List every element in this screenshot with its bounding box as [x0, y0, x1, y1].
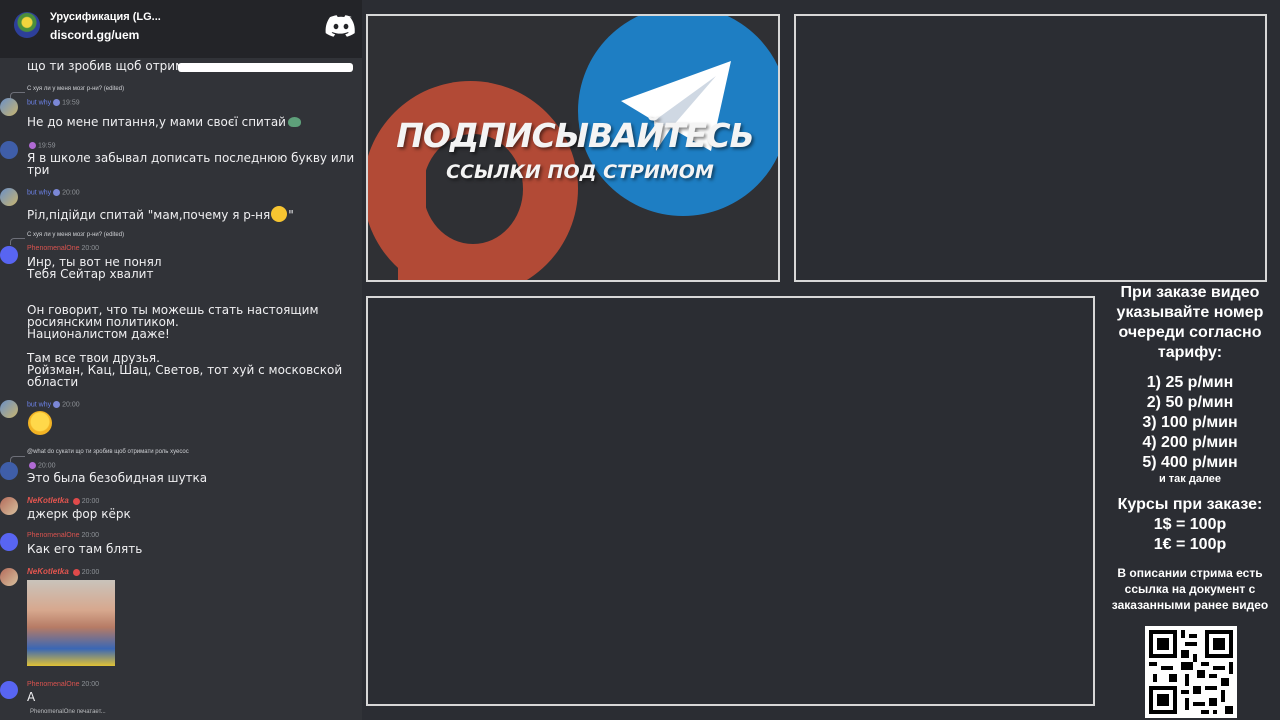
description-note: В описании стрима есть ссылка на докумен…: [1111, 566, 1269, 612]
promo-title: ПОДПИСЫВАЙТЕСЬ: [396, 116, 754, 155]
avatar[interactable]: [0, 188, 18, 206]
rate-item: 1€ = 100р: [1153, 536, 1227, 553]
tariff-item: 4) 200 р/мин: [1142, 434, 1238, 451]
attached-image[interactable]: [27, 580, 115, 666]
webcam-frame: [794, 14, 1267, 282]
timestamp: 19:59: [38, 142, 56, 150]
reply-line: [10, 238, 25, 245]
scream-emoji-icon: [271, 206, 288, 222]
author-name[interactable]: NeKotletka: [27, 567, 69, 576]
server-header[interactable]: Урусификация (LG... discord.gg/uem: [0, 0, 362, 58]
laughing-emoji-icon: [28, 411, 52, 435]
timestamp: 20:00: [81, 569, 100, 576]
message-meta: but why 20:00: [27, 401, 80, 408]
author-name[interactable]: PhenomenalOne: [27, 532, 80, 539]
message-meta: 19:59: [27, 142, 56, 149]
role-badge-icon: [53, 401, 61, 408]
message-meta: PhenomenalOne 20:00: [27, 532, 99, 539]
author-name[interactable]: PhenomenalOne: [27, 245, 80, 252]
message-meta: NeKotletka 20:00: [27, 496, 99, 505]
message-text: Не до мене питання,у мами своєї спитай: [27, 116, 357, 128]
order-info-panel: При заказе видео указывайте номер очеред…: [1102, 283, 1278, 613]
message-text: А: [27, 690, 36, 704]
message-text: Это была безобидная шутка: [27, 471, 208, 485]
message-meta: PhenomenalOne 20:00: [27, 681, 99, 688]
author-name[interactable]: NeKotletka: [27, 496, 69, 505]
server-invite[interactable]: discord.gg/uem: [50, 28, 139, 42]
tariff-etc: и так далее: [1158, 473, 1222, 485]
message-meta: but why 19:59: [27, 99, 80, 106]
timestamp: 20:00: [62, 401, 80, 409]
author-name[interactable]: but why: [27, 401, 51, 408]
message-text: Инр, ты вот не понял Тебя Сейтар хвалит …: [27, 255, 343, 389]
avatar[interactable]: [0, 98, 18, 116]
server-icon: [14, 12, 40, 38]
tariff-item: 3) 100 р/мин: [1142, 414, 1238, 431]
role-badge-icon: [72, 568, 80, 576]
pepe-emoji-icon: [287, 117, 301, 127]
typing-indicator-icon: [0, 711, 20, 716]
server-name: Урусификация (LG...: [50, 11, 161, 23]
tariff-item: 5) 400 р/мин: [1142, 454, 1238, 471]
avatar[interactable]: [0, 497, 18, 515]
message-text: Как его там блять: [27, 542, 143, 556]
discord-icon: [325, 15, 355, 37]
avatar[interactable]: [0, 568, 18, 586]
message-meta: but why 20:00: [27, 189, 80, 196]
role-badge-icon: [53, 99, 61, 106]
timestamp: 20:00: [81, 681, 100, 688]
role-badge-icon: [53, 189, 61, 196]
timestamp: 20:00: [81, 498, 100, 505]
typing-indicator: PhenomenalOne печатает...: [30, 709, 106, 715]
chat-panel: Урусификация (LG... discord.gg/uem що ти…: [0, 0, 362, 720]
timestamp: 20:00: [81, 245, 100, 252]
avatar[interactable]: [0, 246, 18, 264]
reply-preview[interactable]: С хуя ли у меня мозг р-ни? (edited): [27, 232, 124, 238]
role-badge-icon: [72, 497, 80, 505]
main-video-frame: [366, 296, 1095, 706]
message-meta: NeKotletka 20:00: [27, 567, 99, 576]
qr-code-icon: [1145, 626, 1237, 718]
rates-title: Курсы при заказе:: [1117, 496, 1263, 513]
avatar[interactable]: [0, 400, 18, 418]
hidden-text-bar: [178, 63, 353, 72]
timestamp: 20:00: [38, 462, 56, 470]
reply-preview[interactable]: @what do сукати що ти зробив щоб отримат…: [27, 449, 189, 455]
promo-panel: ПОДПИСЫВАЙТЕСЬ ССЫЛКИ ПОД СТРИМОМ: [366, 14, 780, 282]
promo-subtitle: ССЫЛКИ ПОД СТРИМОМ: [446, 161, 714, 183]
tariff-list: 1) 25 р/мин 2) 50 р/мин 3) 100 р/мин 4) …: [1102, 373, 1278, 473]
author-name[interactable]: but why: [27, 189, 51, 196]
message-text: Я в школе забывал дописать последнюю бук…: [27, 151, 355, 177]
reply-preview[interactable]: С хуя ли у меня мозг р-ни? (edited): [27, 86, 124, 92]
tariff-item: 1) 25 р/мин: [1146, 374, 1234, 391]
message-meta: PhenomenalOne 20:00: [27, 245, 99, 252]
role-badge-icon: [29, 462, 36, 469]
message-text: джерк фор кёрк: [27, 507, 131, 521]
order-intro: При заказе видео указывайте номер очеред…: [1116, 284, 1264, 361]
author-name[interactable]: PhenomenalOne: [27, 681, 80, 688]
role-badge-icon: [29, 142, 36, 149]
avatar[interactable]: [0, 681, 18, 699]
timestamp: 20:00: [62, 189, 80, 197]
rate-item: 1$ = 100р: [1153, 516, 1227, 533]
message-meta: 20:00: [27, 462, 56, 469]
avatar[interactable]: [0, 141, 18, 159]
timestamp: 19:59: [62, 99, 80, 107]
avatar[interactable]: [0, 533, 18, 551]
tariff-item: 2) 50 р/мин: [1146, 394, 1234, 411]
timestamp: 20:00: [81, 532, 100, 539]
avatar[interactable]: [0, 462, 18, 480]
author-name[interactable]: but why: [27, 99, 51, 106]
message-text: Ріл,підійди спитай "мам,почему я р-ня ": [27, 206, 294, 222]
